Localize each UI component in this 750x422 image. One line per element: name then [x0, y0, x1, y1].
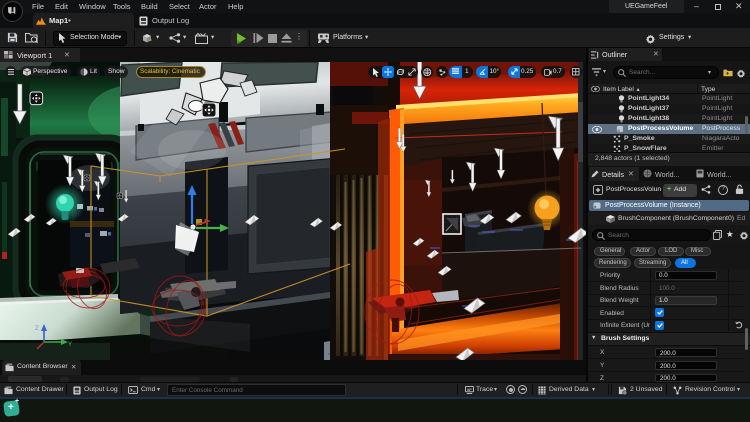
svg-text:Y: Y: [68, 342, 72, 348]
svg-text:Z: Z: [35, 326, 39, 332]
